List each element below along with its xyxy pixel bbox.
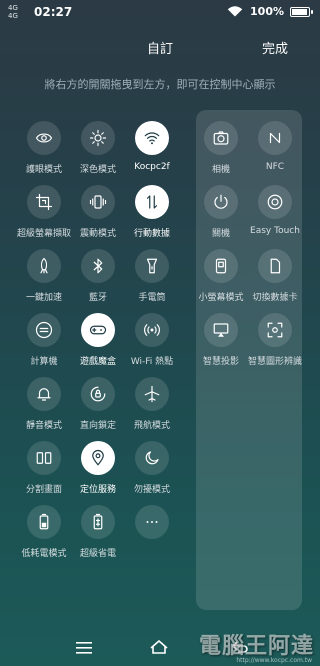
toggle-button[interactable] bbox=[81, 185, 115, 219]
toggle-button[interactable] bbox=[27, 377, 61, 411]
bluetooth-icon bbox=[93, 258, 103, 274]
toggle-button[interactable] bbox=[135, 377, 169, 411]
gamepad-icon bbox=[89, 325, 107, 335]
network-indicator: 4G 4G bbox=[8, 4, 18, 20]
toggle-tile[interactable]: Kocpc2f bbox=[116, 121, 188, 172]
toggle-button[interactable] bbox=[135, 121, 169, 155]
toggle-button[interactable] bbox=[27, 249, 61, 283]
toggle-button[interactable] bbox=[204, 249, 238, 283]
toggle-tile[interactable]: 智慧圖形辨識 bbox=[239, 313, 311, 367]
toggle-button[interactable] bbox=[204, 313, 238, 347]
toggle-label: 超級省電 bbox=[79, 549, 116, 559]
toggle-tile[interactable]: Easy Touch bbox=[239, 185, 311, 236]
watermark-url: http://www.kocpc.com.tw bbox=[236, 657, 312, 664]
more-icon bbox=[146, 521, 158, 523]
toggle-tile[interactable]: 切換數據卡 bbox=[239, 249, 311, 303]
wifi-status-icon bbox=[227, 6, 243, 17]
toggle-tile[interactable]: 行動數據 bbox=[116, 185, 188, 239]
carrier-label-top: 4G bbox=[8, 4, 18, 12]
toggle-tile[interactable]: 手電筒 bbox=[116, 249, 188, 303]
hotspot-icon bbox=[144, 324, 160, 336]
status-right: 100% bbox=[226, 5, 313, 18]
battery-percent: 100% bbox=[250, 5, 284, 18]
toggle-button[interactable] bbox=[27, 441, 61, 475]
small-screen-icon bbox=[215, 258, 227, 274]
toggle-label: 手電筒 bbox=[138, 293, 166, 303]
moon-icon bbox=[145, 451, 159, 465]
airplane-icon bbox=[144, 385, 160, 403]
battery-saver-icon bbox=[39, 513, 49, 530]
toggle-button[interactable] bbox=[27, 121, 61, 155]
drag-hint: 將右方的開關拖曳到左方，即可在控制中心顯示 bbox=[44, 78, 276, 91]
toggle-button[interactable] bbox=[27, 185, 61, 219]
menu-icon[interactable] bbox=[76, 642, 92, 654]
wifi-icon bbox=[144, 132, 160, 145]
toggle-button[interactable] bbox=[81, 377, 115, 411]
toggle-tile[interactable]: Wi-Fi 熱點 bbox=[116, 313, 188, 367]
brightness-icon bbox=[89, 129, 107, 147]
toggle-button[interactable] bbox=[81, 313, 115, 347]
toggle-button[interactable] bbox=[81, 121, 115, 155]
carrier-label-bottom: 4G bbox=[8, 12, 18, 20]
calculator-icon bbox=[35, 321, 53, 339]
rocket-icon bbox=[40, 257, 48, 274]
split-screen-icon bbox=[36, 452, 52, 464]
toggle-button[interactable] bbox=[258, 313, 292, 347]
sim-card-icon bbox=[270, 258, 281, 274]
crop-icon bbox=[35, 193, 53, 211]
watermark-logo: 電腦王阿達 bbox=[198, 634, 314, 659]
toggle-label: Easy Touch bbox=[250, 226, 300, 236]
toggle-button[interactable] bbox=[135, 185, 169, 219]
location-icon bbox=[92, 449, 104, 466]
toggle-label: 飛航模式 bbox=[133, 421, 170, 431]
power-icon bbox=[214, 194, 228, 209]
toggle-button[interactable] bbox=[258, 249, 292, 283]
toggle-label: 切換數據卡 bbox=[252, 293, 298, 303]
home-icon[interactable] bbox=[150, 640, 168, 654]
toggle-button[interactable] bbox=[27, 505, 61, 539]
toggle-button[interactable] bbox=[204, 185, 238, 219]
camera-icon bbox=[213, 131, 229, 145]
toggle-button[interactable] bbox=[135, 441, 169, 475]
toggle-button[interactable] bbox=[135, 249, 169, 283]
cast-icon bbox=[213, 323, 229, 337]
toggle-label: 智慧圖形辨識 bbox=[247, 357, 302, 367]
scan-icon bbox=[267, 322, 283, 338]
status-bar: 4G 4G 02:27 100% bbox=[0, 0, 320, 26]
toggle-tile[interactable]: NFC bbox=[239, 121, 311, 172]
toggle-button[interactable] bbox=[81, 505, 115, 539]
toggle-button[interactable] bbox=[258, 185, 292, 219]
toggle-label: Kocpc2f bbox=[134, 162, 170, 172]
rotation-lock-icon bbox=[90, 386, 106, 402]
toggle-tile[interactable]: 勿擾模式 bbox=[116, 441, 188, 495]
clock: 02:27 bbox=[34, 5, 73, 19]
toggle-button[interactable] bbox=[135, 505, 169, 539]
toggle-button[interactable] bbox=[81, 249, 115, 283]
toggle-button[interactable] bbox=[27, 313, 61, 347]
vibrate-icon bbox=[89, 195, 107, 209]
toggle-label: 行動數據 bbox=[133, 229, 170, 239]
toggle-button[interactable] bbox=[81, 441, 115, 475]
data-arrows-icon bbox=[146, 195, 158, 209]
flashlight-icon bbox=[146, 258, 158, 274]
toggle-label: NFC bbox=[265, 162, 285, 172]
toggle-label: 勿擾模式 bbox=[133, 485, 170, 495]
done-button[interactable]: 完成 bbox=[262, 38, 288, 57]
bell-icon bbox=[37, 388, 51, 401]
toggle-button[interactable] bbox=[135, 313, 169, 347]
toggle-label: Wi-Fi 熱點 bbox=[130, 357, 174, 367]
battery-icon bbox=[290, 6, 313, 17]
toggle-button[interactable] bbox=[258, 121, 292, 155]
toggle-tile[interactable]: 飛航模式 bbox=[116, 377, 188, 431]
easy-touch-icon bbox=[267, 194, 283, 210]
eye-icon bbox=[35, 133, 53, 143]
navigation-bar: 電腦王阿達 http://www.kocpc.com.tw bbox=[0, 628, 320, 666]
super-saver-icon bbox=[93, 513, 103, 530]
toggle-tile[interactable] bbox=[116, 505, 188, 546]
nfc-icon bbox=[269, 132, 281, 144]
toggle-button[interactable] bbox=[204, 121, 238, 155]
